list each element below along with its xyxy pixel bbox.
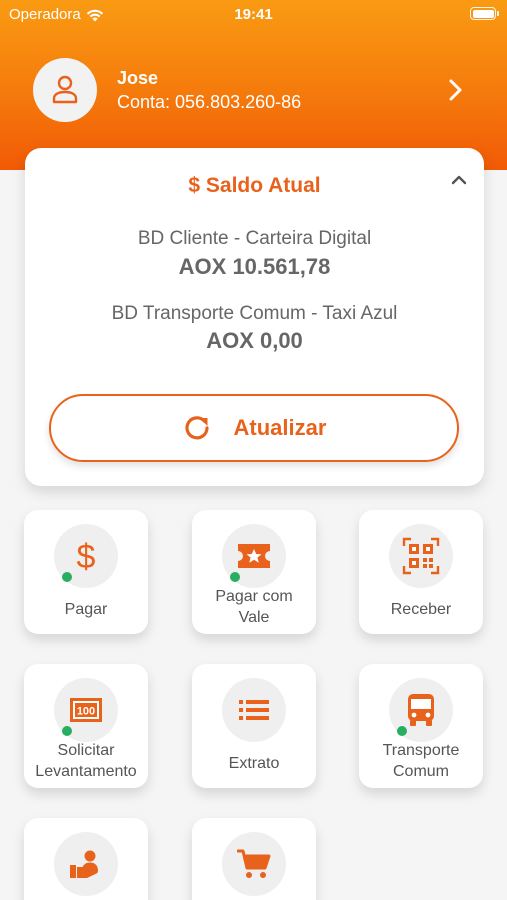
action-label: Transporte [382, 742, 460, 759]
action-pagar-com-vale[interactable]: Pagar com Vale [192, 510, 316, 634]
action-tile[interactable] [192, 818, 316, 900]
action-label: Pagar [64, 601, 108, 618]
status-dot [62, 572, 72, 582]
account-balance: AOX 10.561,78 [178, 254, 331, 279]
svg-text:$: $ [77, 538, 96, 574]
action-extrato[interactable]: Extrato [192, 664, 316, 788]
status-dot [230, 572, 240, 582]
status-dot [397, 726, 407, 736]
status-dot [62, 726, 72, 736]
balance-card: $ Saldo Atual BD Cliente - Carteira Digi… [25, 148, 484, 486]
account-label: BD Transporte Comum - Taxi Azul [111, 303, 398, 324]
chevron-right-icon[interactable] [445, 76, 467, 104]
action-pagar[interactable]: $ Pagar [24, 510, 148, 634]
action-label: Pagar com [215, 588, 293, 605]
refresh-icon [184, 416, 209, 440]
account-number: Conta: 056.803.260-86 [117, 92, 302, 112]
battery-icon [470, 7, 499, 20]
clock: 19:41 [234, 6, 273, 23]
person-icon [52, 75, 78, 104]
bus-icon [408, 694, 434, 726]
refresh-button[interactable]: Atualizar [49, 394, 459, 462]
hand-person-icon [70, 850, 98, 878]
icon-circle [222, 678, 286, 742]
chevron-up-icon[interactable] [449, 172, 469, 188]
action-label-line2: Levantamento [35, 763, 137, 780]
cart-icon [237, 849, 271, 878]
action-label: Solicitar [57, 742, 115, 759]
action-label-line2: Comum [392, 763, 449, 780]
list-icon [239, 700, 269, 720]
refresh-label: Atualizar [233, 415, 327, 440]
action-label: Receber [390, 601, 452, 618]
svg-text:100: 100 [77, 706, 95, 718]
action-solicitar-levantamento[interactable]: 100 Solicitar Levantamento [24, 664, 148, 788]
icon-circle [389, 524, 453, 588]
balance-title: $ Saldo Atual [188, 174, 321, 197]
action-receber[interactable]: Receber [359, 510, 483, 634]
action-transporte-comum[interactable]: Transporte Comum [359, 664, 483, 788]
ticket-icon [238, 544, 270, 568]
user-name: Jose [117, 68, 159, 88]
cash-icon: 100 [70, 698, 102, 722]
account-label: BD Cliente - Carteira Digital [137, 228, 372, 249]
action-tile[interactable] [24, 818, 148, 900]
action-label-line2: Vale [238, 609, 270, 626]
dollar-icon: $ [77, 538, 96, 574]
icon-circle [222, 832, 286, 896]
icon-circle [54, 832, 118, 896]
profile-header[interactable]: Jose Conta: 056.803.260-86 [33, 58, 473, 122]
qr-code-icon [402, 537, 440, 575]
account-balance: AOX 0,00 [206, 328, 303, 353]
action-label: Extrato [228, 755, 280, 772]
status-bar: Operadora 19:41 [0, 0, 507, 30]
avatar[interactable] [33, 58, 97, 122]
